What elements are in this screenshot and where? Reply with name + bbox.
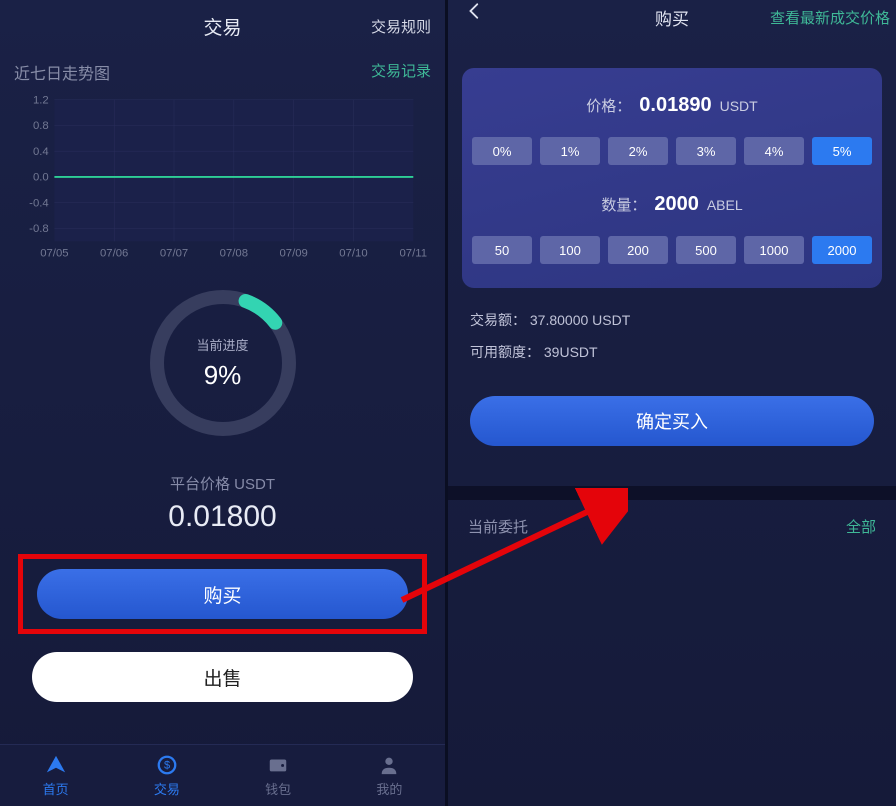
svg-text:07/09: 07/09 [279, 247, 307, 259]
nav-label: 钱包 [265, 779, 291, 798]
qty-chip[interactable]: 200 [608, 236, 668, 264]
buy-button-highlight: 购买 [18, 554, 427, 634]
amount-value: 37.80000 USDT [530, 312, 630, 328]
svg-text:07/05: 07/05 [40, 247, 68, 259]
trade-rules-link[interactable]: 交易规则 [371, 16, 431, 37]
qty-unit: ABEL [707, 197, 743, 213]
pct-chip[interactable]: 2% [608, 137, 668, 165]
buy-card: 价格： 0.01890 USDT 0% 1% 2% 3% 4% 5% 数量： 2000 A… [462, 68, 882, 288]
qty-chip[interactable]: 500 [676, 236, 736, 264]
qty-chip[interactable]: 100 [540, 236, 600, 264]
nav-wallet[interactable]: 钱包 [223, 745, 334, 806]
confirm-buy-button[interactable]: 确定买入 [470, 396, 874, 446]
pct-chip[interactable]: 3% [676, 137, 736, 165]
pct-chip[interactable]: 0% [472, 137, 532, 165]
trade-icon: $ [155, 754, 179, 776]
svg-text:0.8: 0.8 [33, 120, 49, 132]
progress-label: 当前进度 [196, 335, 248, 354]
qty-label: 数量： [601, 194, 646, 215]
svg-text:-0.8: -0.8 [29, 223, 49, 235]
svg-text:$: $ [164, 759, 170, 771]
avail-value: 39USDT [544, 344, 598, 360]
svg-text:-0.4: -0.4 [29, 197, 49, 209]
home-icon [44, 754, 68, 776]
qty-chip[interactable]: 2000 [812, 236, 872, 264]
svg-text:07/06: 07/06 [100, 247, 128, 259]
wallet-icon [266, 754, 290, 776]
svg-text:0.0: 0.0 [33, 172, 49, 184]
nav-label: 首页 [43, 779, 69, 798]
svg-text:07/08: 07/08 [220, 247, 248, 259]
page-title: 交易 [203, 13, 241, 40]
pct-chip[interactable]: 1% [540, 137, 600, 165]
sell-button[interactable]: 出售 [32, 652, 413, 702]
amount-label: 交易额： [470, 312, 526, 328]
nav-label: 交易 [154, 779, 180, 798]
qty-chip[interactable]: 1000 [744, 236, 804, 264]
qty-chip[interactable]: 50 [472, 236, 532, 264]
avail-label: 可用额度： [470, 344, 540, 360]
nav-label: 我的 [376, 779, 402, 798]
svg-text:0.4: 0.4 [33, 146, 49, 158]
price-label: 价格： [586, 95, 631, 116]
pct-chip[interactable]: 4% [744, 137, 804, 165]
latest-price-link[interactable]: 查看最新成交价格 [770, 7, 890, 28]
current-orders-label: 当前委托 [468, 516, 528, 537]
chart-caption: 近七日走势图 [14, 60, 110, 84]
platform-price-label: 平台价格 USDT [0, 473, 445, 494]
all-orders-link[interactable]: 全部 [846, 516, 876, 537]
trade-record-link[interactable]: 交易记录 [371, 60, 431, 84]
pct-chip[interactable]: 5% [812, 137, 872, 165]
price-unit: USDT [720, 98, 758, 114]
nav-profile[interactable]: 我的 [334, 745, 445, 806]
nav-trade[interactable]: $ 交易 [111, 745, 222, 806]
nav-home[interactable]: 首页 [0, 745, 111, 806]
platform-price-value: 0.01800 [0, 500, 445, 534]
svg-text:07/10: 07/10 [339, 247, 367, 259]
buy-button[interactable]: 购买 [37, 569, 408, 619]
svg-text:1.2: 1.2 [33, 94, 49, 106]
bottom-nav: 首页 $ 交易 钱包 我的 [0, 744, 445, 806]
qty-value: 2000 [654, 193, 699, 216]
progress-value: 9% [204, 360, 242, 391]
trend-chart: -0.8 -0.4 0.0 0.4 0.8 1.2 07/05 07/06 07/07 07/0… [0, 92, 445, 269]
svg-text:07/11: 07/11 [400, 247, 428, 259]
back-icon[interactable] [466, 2, 484, 20]
svg-text:07/07: 07/07 [160, 247, 188, 259]
progress-ring: 当前进度 9% [143, 283, 303, 443]
user-icon [377, 754, 401, 776]
price-value: 0.01890 [639, 94, 711, 117]
